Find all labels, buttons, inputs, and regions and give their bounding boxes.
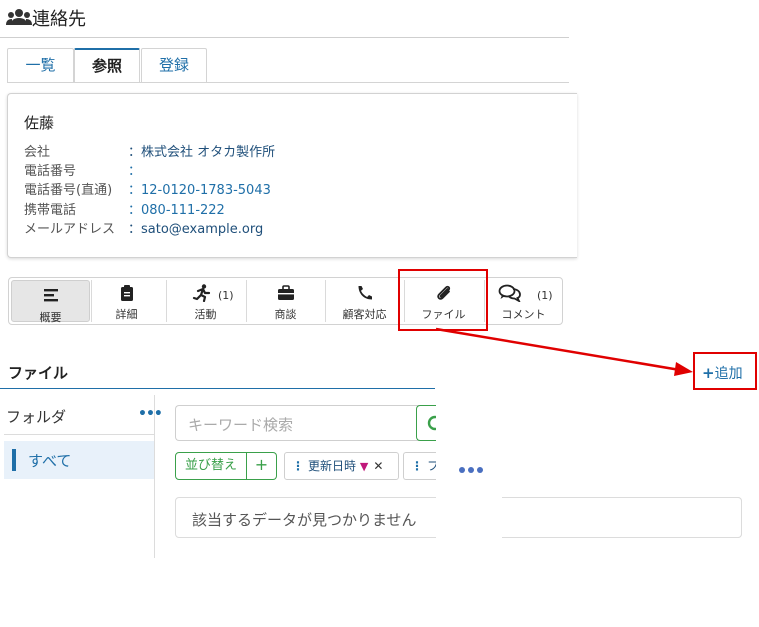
email-link[interactable]: ：sato@example.org	[128, 221, 263, 239]
search-icon	[427, 415, 436, 431]
tab-view[interactable]: 参照	[74, 48, 140, 83]
drag-handle-icon[interactable]: ⋮	[404, 459, 427, 473]
page-title: 連絡先	[32, 9, 86, 30]
sort-chip-updated[interactable]: ⋮ 更新日時 ▼ ✕	[284, 452, 399, 480]
toolbar-label: 詳細	[115, 308, 138, 321]
list-icon	[43, 289, 58, 302]
contact-name: 佐藤	[24, 114, 55, 132]
tab-register[interactable]: 登録	[141, 48, 207, 82]
remove-sort-icon[interactable]: ✕	[368, 459, 383, 473]
tabs-divider	[7, 82, 569, 83]
toolbar-activity-button[interactable]: (1) 活動	[166, 278, 245, 324]
folder-more-icon[interactable]: •••	[138, 406, 163, 422]
empty-message: 該当するデータが見つかりません	[192, 511, 417, 529]
sort-button[interactable]: 並び替え	[175, 452, 247, 480]
contact-card: 佐藤 会社 ：株式会社 オタカ製作所 電話番号 ： 電話番号(直通) ：12-0…	[7, 93, 577, 258]
toolbar-support-button[interactable]: 顧客対応	[325, 278, 404, 324]
page-header: 連絡先	[0, 0, 569, 38]
running-icon	[192, 284, 211, 302]
toolbar-details-button[interactable]: 詳細	[87, 278, 166, 324]
section-underline	[0, 388, 435, 389]
files-tab-highlight	[398, 269, 488, 331]
panel-divider	[154, 395, 155, 558]
toolbar-overview-button[interactable]: 概要	[11, 280, 90, 324]
more-options-icon[interactable]	[459, 458, 486, 477]
sort-add-button[interactable]: +	[247, 452, 277, 480]
field-label: 電話番号	[24, 164, 77, 179]
phone-icon	[358, 286, 372, 300]
sort-chip-file[interactable]: ⋮フ	[403, 452, 436, 480]
direct-phone-link[interactable]: ：12-0120-1783-5043	[128, 182, 271, 200]
comment-count: (1)	[537, 289, 553, 302]
add-button-highlight	[693, 352, 757, 390]
toolbar-label: コメント	[501, 308, 546, 321]
toolbar-label: 顧客対応	[342, 308, 387, 321]
toolbar-label: 商談	[274, 308, 297, 321]
selection-bar	[12, 449, 16, 471]
activity-count: (1)	[218, 289, 234, 302]
sort-chip-label: フ	[427, 459, 436, 473]
search-button[interactable]	[416, 405, 436, 441]
folder-heading: フォルダ	[6, 408, 67, 426]
sort-chip-label: 更新日時	[308, 459, 357, 473]
drag-handle-icon[interactable]: ⋮	[285, 459, 308, 473]
folder-item-label: すべて	[28, 452, 72, 470]
field-label: メールアドレス	[24, 222, 116, 237]
empty-state-right	[502, 497, 742, 538]
users-icon	[6, 9, 32, 25]
section-title: ファイル	[8, 364, 69, 382]
toolbar-deals-button[interactable]: 商談	[246, 278, 325, 324]
folder-divider	[4, 434, 154, 435]
toolbar-label: 活動	[194, 308, 217, 321]
clipboard-icon	[120, 285, 133, 301]
tab-list[interactable]: 一覧	[7, 48, 74, 82]
briefcase-icon	[277, 285, 294, 300]
company-link[interactable]: ：株式会社 オタカ製作所	[128, 144, 275, 162]
field-label: 電話番号(直通)	[24, 183, 113, 198]
field-label: 携帯電話	[24, 203, 77, 218]
toolbar-comments-button[interactable]: (1) コメント	[484, 278, 563, 324]
mobile-link[interactable]: ：080-111-222	[128, 202, 225, 220]
field-label: 会社	[24, 145, 51, 160]
comments-icon	[498, 284, 521, 302]
folder-item-all[interactable]: すべて	[4, 441, 154, 479]
field-value: ：	[128, 164, 142, 179]
toolbar-label: 概要	[39, 311, 62, 324]
keyword-search-input[interactable]: キーワード検索	[175, 405, 436, 441]
